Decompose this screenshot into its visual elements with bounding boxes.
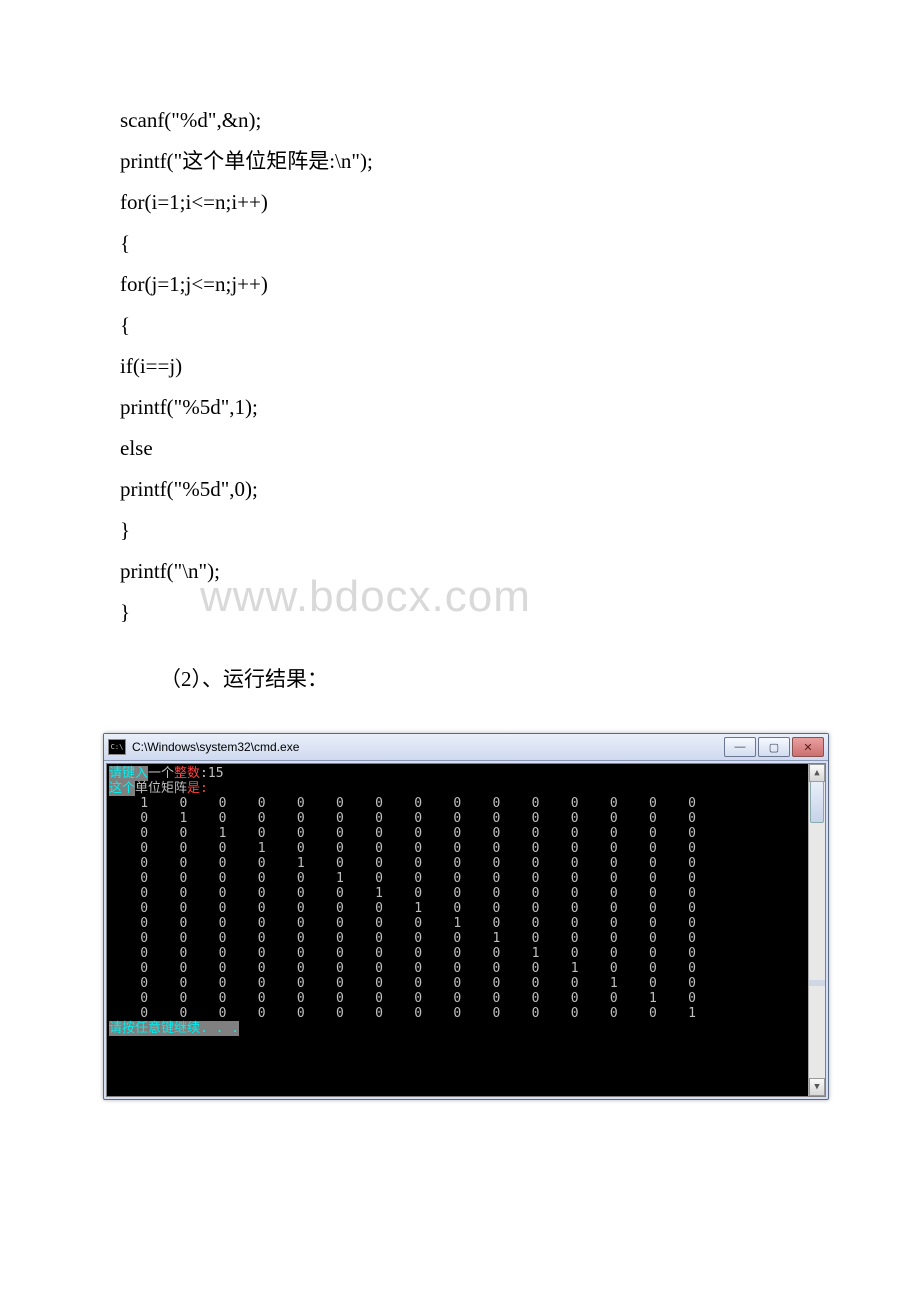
console-output[interactable]: 请键入一个整数:15这个单位矩阵是: 1 0 0 0 0 0 0 0 0 0 0…: [106, 763, 826, 1097]
code-line: printf("%5d",1);: [120, 397, 800, 418]
console-line: 0 0 0 0 0 0 0 0 0 0 0 0 1 0 0: [109, 976, 825, 991]
code-line: else: [120, 438, 800, 459]
code-line: {: [120, 315, 800, 336]
vertical-scrollbar[interactable]: ▲ ▼: [808, 764, 825, 1096]
scroll-thumb[interactable]: [810, 781, 824, 823]
maximize-button[interactable]: ▢: [758, 737, 790, 757]
code-line: }: [120, 602, 800, 623]
console-line: 0 0 0 0 1 0 0 0 0 0 0 0 0 0 0: [109, 856, 825, 871]
console-line: 0 0 0 0 0 0 0 0 0 0 0 0 0 1 0: [109, 991, 825, 1006]
console-line: 0 0 0 0 0 0 0 1 0 0 0 0 0 0 0: [109, 901, 825, 916]
console-line: 0 0 1 0 0 0 0 0 0 0 0 0 0 0 0: [109, 826, 825, 841]
console-line: 0 1 0 0 0 0 0 0 0 0 0 0 0 0 0: [109, 811, 825, 826]
code-line: for(j=1;j<=n;j++): [120, 274, 800, 295]
code-line: printf("这个单位矩阵是:\n");: [120, 151, 800, 172]
console-line: 请键入一个整数:15: [109, 766, 825, 781]
console-line: 这个单位矩阵是:: [109, 781, 825, 796]
console-line: 0 0 0 0 0 0 0 0 1 0 0 0 0 0 0: [109, 916, 825, 931]
scroll-down-icon[interactable]: ▼: [809, 1078, 825, 1096]
console-line: 0 0 0 0 0 0 0 0 0 0 0 0 0 0 1: [109, 1006, 825, 1021]
code-line: for(i=1;i<=n;i++): [120, 192, 800, 213]
console-line: 0 0 0 0 0 0 0 0 0 0 0 1 0 0 0: [109, 961, 825, 976]
console-window: C:\Windows\system32\cmd.exe — ▢ ✕ 请键入一个整…: [103, 733, 829, 1100]
minimize-button[interactable]: —: [724, 737, 756, 757]
code-line: scanf("%d",&n);: [120, 110, 800, 131]
code-line: }: [120, 520, 800, 541]
code-line: {: [120, 233, 800, 254]
section-heading: （2）、运行结果：: [160, 663, 800, 693]
console-line: 0 0 0 0 0 0 0 0 0 1 0 0 0 0 0: [109, 931, 825, 946]
close-button[interactable]: ✕: [792, 737, 824, 757]
code-line: printf("\n");: [120, 561, 800, 582]
code-line: if(i==j): [120, 356, 800, 377]
window-titlebar[interactable]: C:\Windows\system32\cmd.exe — ▢ ✕: [104, 734, 828, 761]
console-line: 0 0 0 0 0 0 0 0 0 0 1 0 0 0 0: [109, 946, 825, 961]
scroll-up-icon[interactable]: ▲: [809, 764, 825, 782]
console-line: 0 0 0 0 0 1 0 0 0 0 0 0 0 0 0: [109, 871, 825, 886]
window-title: C:\Windows\system32\cmd.exe: [132, 740, 724, 754]
console-line: 请按任意键继续. . .: [109, 1021, 825, 1036]
cmd-icon: [108, 739, 126, 755]
console-line: 0 0 0 0 0 0 1 0 0 0 0 0 0 0 0: [109, 886, 825, 901]
console-line: 0 0 0 1 0 0 0 0 0 0 0 0 0 0 0: [109, 841, 825, 856]
console-line: 1 0 0 0 0 0 0 0 0 0 0 0 0 0 0: [109, 796, 825, 811]
code-line: printf("%5d",0);: [120, 479, 800, 500]
document-page: scanf("%d",&n); printf("这个单位矩阵是:\n"); fo…: [0, 0, 920, 773]
